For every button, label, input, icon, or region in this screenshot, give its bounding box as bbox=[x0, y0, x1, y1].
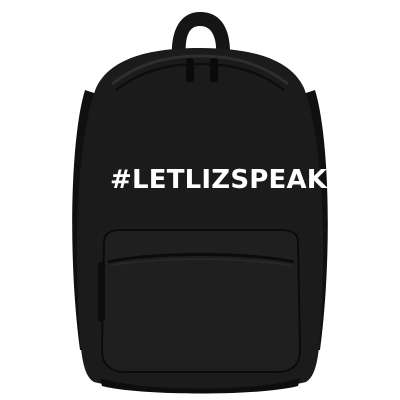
pocket-zipper-pull bbox=[98, 262, 105, 322]
black-backpack-image bbox=[72, 12, 328, 394]
product-image-stage: #LETLIZSPEAK bbox=[0, 0, 400, 400]
zipper-pull-left bbox=[186, 58, 194, 82]
zipper-pull-right bbox=[210, 58, 218, 82]
front-pocket bbox=[100, 229, 302, 373]
backpack-print-text: #LETLIZSPEAK bbox=[110, 165, 328, 195]
